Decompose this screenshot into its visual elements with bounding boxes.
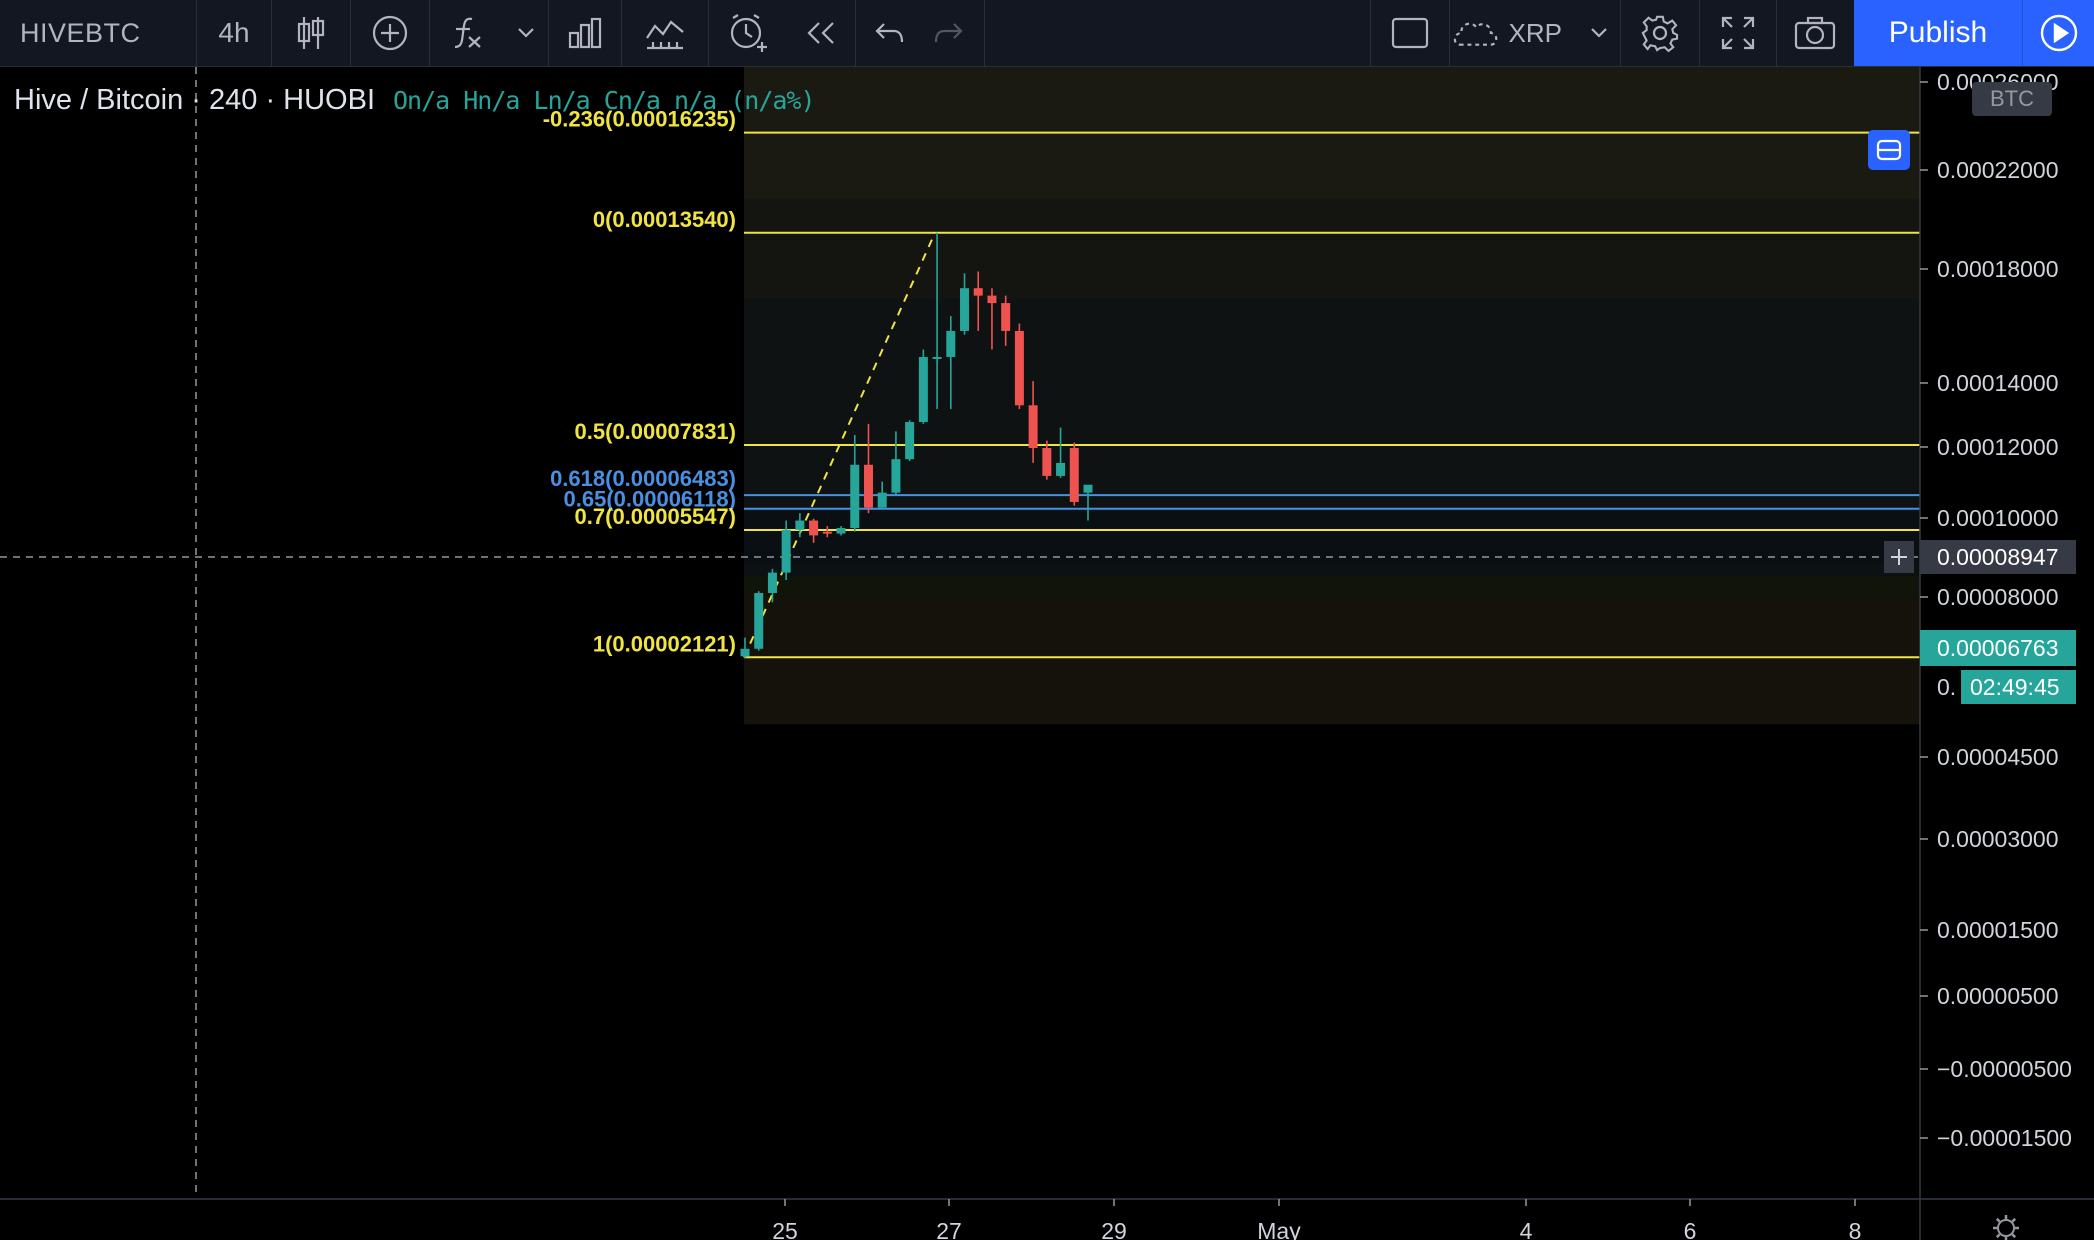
financials-icon[interactable] — [549, 0, 621, 66]
fib-level-label: 1(0.00002121) — [593, 631, 736, 656]
chart-legend: Hive / Bitcoin · 240 · HUOBI On/a Hn/a L… — [14, 84, 816, 117]
fullscreen-icon[interactable] — [1700, 0, 1776, 66]
time-tick-label: 25 — [772, 1218, 798, 1240]
undo-icon[interactable] — [856, 0, 924, 66]
sync-scroll-icon[interactable] — [1868, 130, 1910, 170]
price-tick-label: 0.00003000 — [1937, 826, 2059, 852]
fib-zone — [744, 67, 1920, 88]
time-tick-label: 4 — [1520, 1218, 1533, 1240]
symbol-search-button[interactable]: HIVEBTC — [0, 0, 196, 66]
publish-button[interactable]: Publish — [1854, 0, 2022, 66]
play-icon[interactable] — [2022, 0, 2094, 66]
redo-icon[interactable] — [918, 0, 978, 66]
fib-zone — [744, 596, 1920, 725]
countdown-text: 02:49:45 — [1970, 674, 2060, 700]
countdown-prefix: 0. — [1937, 674, 1956, 700]
fib-zone — [744, 87, 1920, 200]
candles-icon[interactable] — [272, 0, 350, 66]
toolbar-divider — [984, 0, 985, 66]
price-tick-label: 0.00000500 — [1937, 983, 2059, 1009]
time-tick-label: 6 — [1684, 1218, 1697, 1240]
price-tick-label: 0.00018000 — [1937, 256, 2059, 282]
price-tick-label: 0.00014000 — [1937, 370, 2059, 396]
axis-settings-icon[interactable] — [1993, 1215, 2019, 1240]
candle[interactable] — [905, 420, 915, 462]
chart-canvas[interactable]: -1(0.00024959)-0.618(0.00020597)-0.5(0.0… — [0, 67, 2094, 1240]
replay-icon[interactable] — [787, 0, 855, 66]
fib-zone — [744, 199, 1920, 300]
cloud-icon — [1453, 22, 1498, 46]
fib-level-label: 0.5(0.00007831) — [575, 419, 736, 444]
fib-zone — [744, 512, 1920, 563]
time-tick-label: 27 — [936, 1218, 962, 1240]
alert-clock-icon[interactable] — [709, 0, 787, 66]
currency-badge[interactable]: BTC — [1972, 82, 2052, 116]
fib-level-label: 0(0.00013540) — [593, 207, 736, 232]
top-toolbar: HIVEBTC 4h XRP Publish — [0, 0, 2094, 67]
price-tick-label: 0.00001500 — [1937, 917, 2059, 943]
cloud-save-button[interactable]: XRP — [1450, 0, 1562, 66]
fib-level-label: 0.7(0.00005547) — [575, 504, 736, 529]
gear-icon[interactable] — [1621, 0, 1699, 66]
fib-zone — [744, 562, 1920, 576]
crosshair-price-text: 0.00008947 — [1937, 544, 2059, 570]
indicators-icon[interactable] — [430, 0, 504, 66]
chevron-down-icon[interactable] — [504, 0, 548, 66]
compare-symbol-label: XRP — [1508, 17, 1562, 48]
interval-button[interactable]: 4h — [197, 0, 271, 66]
price-tick-label: 0.00008000 — [1937, 584, 2059, 610]
price-tick-label: 0.00022000 — [1937, 157, 2059, 183]
time-tick-label: 29 — [1101, 1218, 1127, 1240]
candle[interactable] — [918, 349, 928, 424]
time-tick-label: May — [1257, 1218, 1301, 1240]
ohlc-values: On/a Hn/a Ln/a Cn/a n/a (n/a%) — [393, 86, 816, 115]
fib-zone — [744, 575, 1920, 597]
chevron-down-icon[interactable] — [1580, 0, 1618, 66]
time-tick-label: 8 — [1849, 1218, 1862, 1240]
templates-icon[interactable] — [622, 0, 708, 66]
last-price-text: 0.00006763 — [1937, 635, 2059, 661]
price-tick-label: 0.00010000 — [1937, 505, 2059, 531]
candle[interactable] — [754, 591, 764, 651]
price-tick-label: 0.00012000 — [1937, 434, 2059, 460]
layout-icon[interactable] — [1371, 0, 1449, 66]
price-tick-label: −0.00001500 — [1937, 1125, 2072, 1151]
camera-icon[interactable] — [1777, 0, 1853, 66]
chart-pane[interactable]: -1(0.00024959)-0.618(0.00020597)-0.5(0.0… — [0, 67, 2094, 1240]
price-tick-label: 0.00004500 — [1937, 744, 2059, 770]
candle[interactable] — [1069, 442, 1079, 506]
compare-add-icon[interactable] — [351, 0, 429, 66]
chart-title: Hive / Bitcoin · 240 · HUOBI — [14, 84, 375, 116]
price-tick-label: −0.00000500 — [1937, 1056, 2072, 1082]
candle[interactable] — [1014, 323, 1024, 410]
